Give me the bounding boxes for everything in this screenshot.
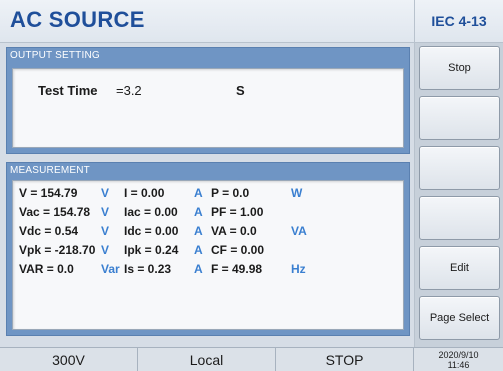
current-unit: A xyxy=(194,186,203,200)
test-time-value[interactable]: =3.2 xyxy=(116,83,236,98)
current-ac-value: Iac = 0.00 xyxy=(124,205,178,219)
status-bar: 300V Local STOP 2020/9/10 11:46 xyxy=(0,347,503,371)
voltage-dc-unit: V xyxy=(101,224,110,238)
control-mode-status: Local xyxy=(138,348,276,371)
output-setting-label: OUTPUT SETTING xyxy=(10,50,100,61)
frequency-unit: Hz xyxy=(291,262,306,276)
date-time: 2020/9/10 11:46 xyxy=(414,348,503,371)
voltage-ac-unit: V xyxy=(101,205,110,219)
page-select-button[interactable]: Page Select xyxy=(419,296,500,340)
stop-button[interactable]: Stop xyxy=(419,46,500,90)
current-peak-unit: A xyxy=(194,243,203,257)
measurement-row: Vpk = -218.70 V Ipk = 0.24 A CF = 0.00 xyxy=(13,243,403,261)
voltage-peak-value: Vpk = -218.70 xyxy=(19,243,96,257)
reactive-power-unit: Var xyxy=(101,262,120,276)
current-dc-unit: A xyxy=(194,224,203,238)
soft-key-column: Stop Edit Page Select xyxy=(414,43,503,347)
test-time-label: Test Time xyxy=(38,83,98,98)
measurement-panel: MEASUREMENT V = 154.79 V I = 0.00 A P = … xyxy=(6,162,410,336)
test-time-row[interactable]: Test Time =3.2 S xyxy=(38,83,245,98)
voltage-rms-value: V = 154.79 xyxy=(19,186,78,200)
apparent-power-value: VA = 0.0 xyxy=(211,224,257,238)
soft-key-2-button[interactable] xyxy=(419,96,500,140)
current-ac-unit: A xyxy=(194,205,203,219)
test-time-unit: S xyxy=(236,83,245,98)
voltage-dc-value: Vdc = 0.54 xyxy=(19,224,79,238)
date-text: 2020/9/10 xyxy=(438,349,479,360)
measurement-content: V = 154.79 V I = 0.00 A P = 0.0 W Vac = … xyxy=(12,180,404,330)
crest-factor-value: CF = 0.00 xyxy=(211,243,265,257)
output-state-status: STOP xyxy=(276,348,414,371)
frequency-value: F = 49.98 xyxy=(211,262,263,276)
edit-button[interactable]: Edit xyxy=(419,246,500,290)
voltage-peak-unit: V xyxy=(101,243,110,257)
time-text: 11:46 xyxy=(447,359,470,370)
voltage-ac-value: Vac = 154.78 xyxy=(19,205,91,219)
apparent-power-unit: VA xyxy=(291,224,307,238)
measurement-row: Vac = 154.78 V Iac = 0.00 A PF = 1.00 xyxy=(13,205,403,223)
voltage-range-status: 300V xyxy=(0,348,138,371)
standard-badge: IEC 4-13 xyxy=(414,0,503,43)
output-setting-panel: OUTPUT SETTING Test Time =3.2 S xyxy=(6,47,410,154)
measurement-row: V = 154.79 V I = 0.00 A P = 0.0 W xyxy=(13,186,403,204)
power-factor-value: PF = 1.00 xyxy=(211,205,264,219)
surge-current-unit: A xyxy=(194,262,203,276)
current-peak-value: Ipk = 0.24 xyxy=(124,243,179,257)
power-value: P = 0.0 xyxy=(211,186,250,200)
measurement-label: MEASUREMENT xyxy=(10,165,90,176)
soft-key-3-button[interactable] xyxy=(419,146,500,190)
screen-title: AC SOURCE xyxy=(10,7,145,32)
soft-key-4-button[interactable] xyxy=(419,196,500,240)
reactive-power-value: VAR = 0.0 xyxy=(19,262,74,276)
measurement-row: VAR = 0.0 Var Is = 0.23 A F = 49.98 Hz xyxy=(13,262,403,280)
title-bar: AC SOURCE xyxy=(0,0,414,43)
surge-current-value: Is = 0.23 xyxy=(124,262,172,276)
voltage-unit: V xyxy=(101,186,110,200)
power-unit: W xyxy=(291,186,303,200)
current-rms-value: I = 0.00 xyxy=(124,186,165,200)
measurement-row: Vdc = 0.54 V Idc = 0.00 A VA = 0.0 VA xyxy=(13,224,403,242)
output-setting-content: Test Time =3.2 S xyxy=(12,68,404,148)
current-dc-value: Idc = 0.00 xyxy=(124,224,179,238)
